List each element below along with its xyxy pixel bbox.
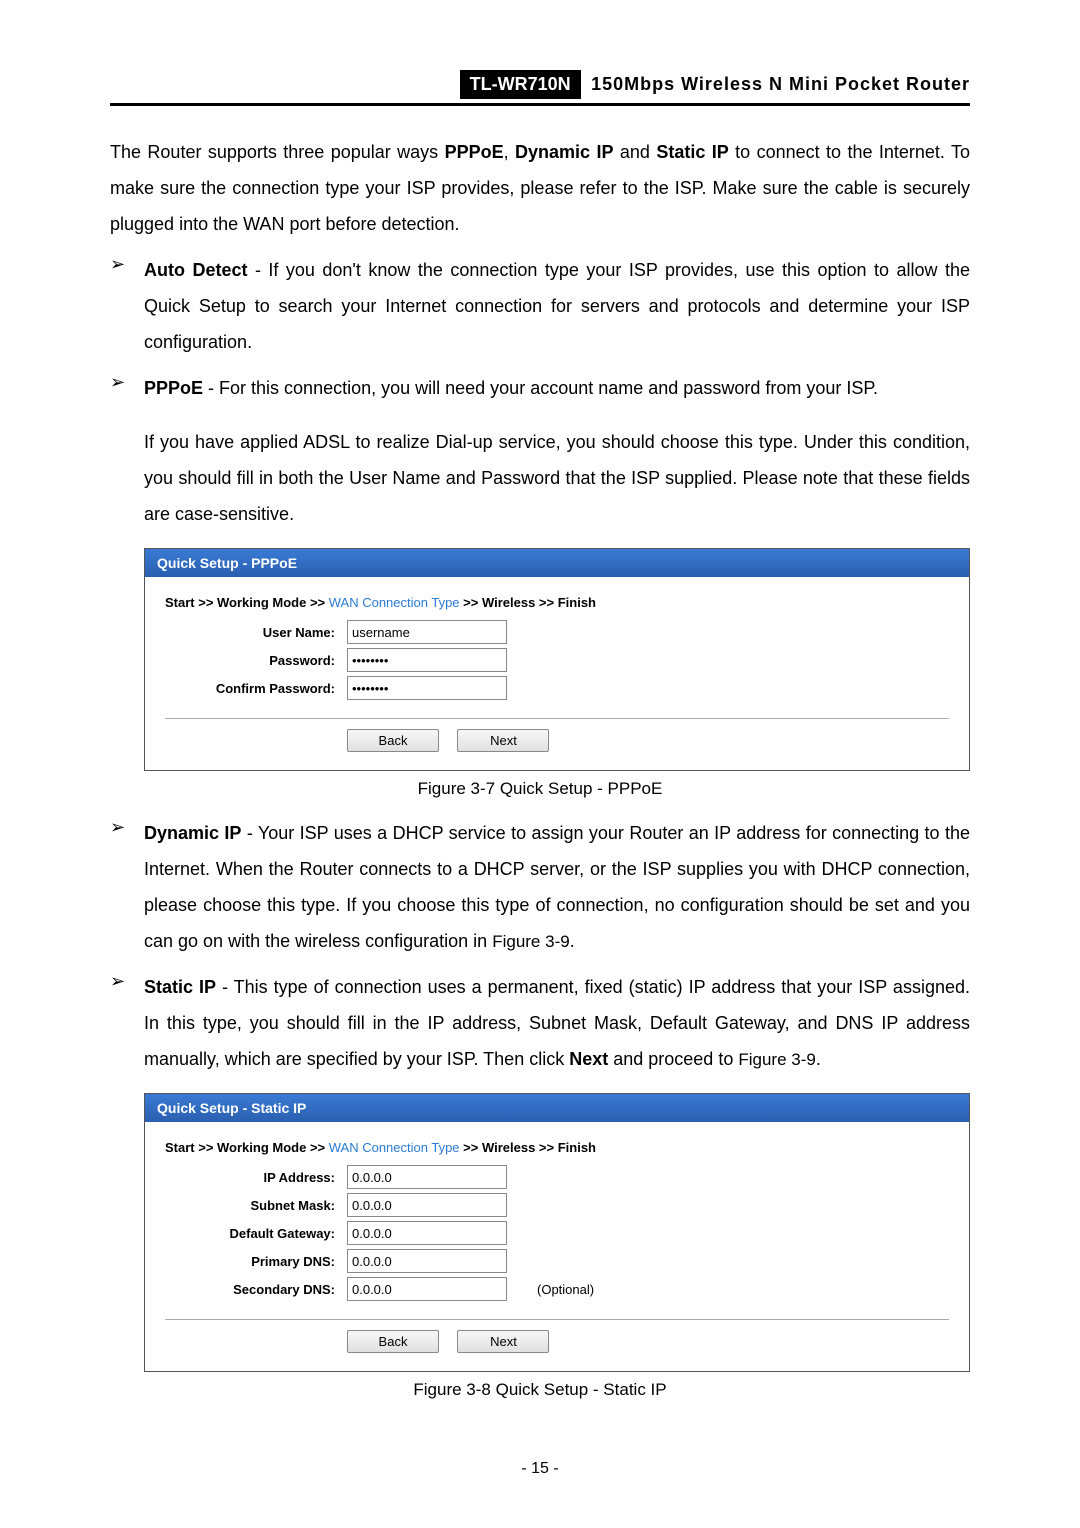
row-username: User Name: [165,620,949,644]
confirm-password-input[interactable] [347,676,507,700]
primary-dns-input[interactable] [347,1249,507,1273]
row-subnet-mask: Subnet Mask: [165,1193,949,1217]
page-header: TL-WR710N 150Mbps Wireless N Mini Pocket… [110,70,970,106]
figure-title: Quick Setup - Static IP [145,1094,969,1122]
figure-caption-3-8: Figure 3-8 Quick Setup - Static IP [110,1380,970,1400]
secondary-dns-input[interactable] [347,1277,507,1301]
next-button[interactable]: Next [457,1330,549,1353]
figure-pppoe: Quick Setup - PPPoE Start >> Working Mod… [144,548,970,771]
model-badge: TL-WR710N [460,70,581,99]
bullet-arrow-icon: ➢ [110,815,144,959]
default-gateway-label: Default Gateway: [165,1226,347,1241]
breadcrumb: Start >> Working Mode >> WAN Connection … [165,1140,949,1155]
username-input[interactable] [347,620,507,644]
secondary-dns-label: Secondary DNS: [165,1282,347,1297]
password-label: Password: [165,653,347,668]
row-primary-dns: Primary DNS: [165,1249,949,1273]
default-gateway-input[interactable] [347,1221,507,1245]
bullet-static-ip: ➢ Static IP - This type of connection us… [110,969,970,1077]
figure-static-ip: Quick Setup - Static IP Start >> Working… [144,1093,970,1372]
row-ip-address: IP Address: [165,1165,949,1189]
figure-title: Quick Setup - PPPoE [145,549,969,577]
subnet-mask-label: Subnet Mask: [165,1198,347,1213]
breadcrumb: Start >> Working Mode >> WAN Connection … [165,595,949,610]
bullet-dynamic-ip: ➢ Dynamic IP - Your ISP uses a DHCP serv… [110,815,970,959]
bullet-arrow-icon: ➢ [110,969,144,1077]
bullet-arrow-icon: ➢ [110,252,144,360]
ip-address-input[interactable] [347,1165,507,1189]
bullet-pppoe: ➢ PPPoE - For this connection, you will … [110,370,970,532]
intro-paragraph: The Router supports three popular ways P… [110,134,970,242]
bullet-auto-detect: ➢ Auto Detect - If you don't know the co… [110,252,970,360]
row-password: Password: [165,648,949,672]
username-label: User Name: [165,625,347,640]
next-button[interactable]: Next [457,729,549,752]
page-number: - 15 - [110,1460,970,1478]
subnet-mask-input[interactable] [347,1193,507,1217]
confirm-password-label: Confirm Password: [165,681,347,696]
model-desc: 150Mbps Wireless N Mini Pocket Router [591,74,970,94]
back-button[interactable]: Back [347,729,439,752]
optional-label: (Optional) [537,1282,594,1297]
back-button[interactable]: Back [347,1330,439,1353]
ip-address-label: IP Address: [165,1170,347,1185]
bullet-arrow-icon: ➢ [110,370,144,532]
figure-caption-3-7: Figure 3-7 Quick Setup - PPPoE [110,779,970,799]
row-confirm-password: Confirm Password: [165,676,949,700]
primary-dns-label: Primary DNS: [165,1254,347,1269]
password-input[interactable] [347,648,507,672]
row-default-gateway: Default Gateway: [165,1221,949,1245]
row-secondary-dns: Secondary DNS: (Optional) [165,1277,949,1301]
